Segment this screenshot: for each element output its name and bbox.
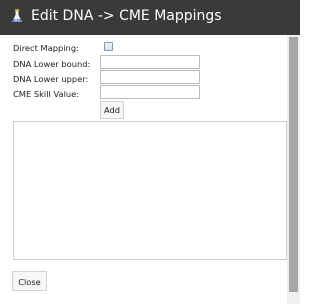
scrollbar-thumb[interactable]	[289, 37, 298, 292]
dialog-titlebar[interactable]: Edit DNA -> CME Mappings	[0, 0, 300, 35]
cme-skill-value-input[interactable]	[100, 85, 200, 99]
dna-lower-upper-label: DNA Lower upper:	[13, 74, 89, 84]
close-button[interactable]: Close	[12, 271, 47, 291]
dna-lower-upper-input[interactable]	[100, 70, 200, 84]
dna-lower-bound-input[interactable]	[100, 55, 200, 69]
mappings-list[interactable]	[13, 121, 287, 260]
flask-icon	[12, 9, 22, 22]
cme-skill-value-label: CME Skill Value:	[13, 89, 80, 99]
dialog-title: Edit DNA -> CME Mappings	[31, 8, 222, 24]
dna-lower-bound-label: DNA Lower bound:	[13, 59, 91, 69]
direct-mapping-label: Direct Mapping:	[13, 43, 79, 53]
direct-mapping-checkbox[interactable]	[104, 42, 113, 51]
add-button[interactable]: Add	[100, 101, 124, 119]
